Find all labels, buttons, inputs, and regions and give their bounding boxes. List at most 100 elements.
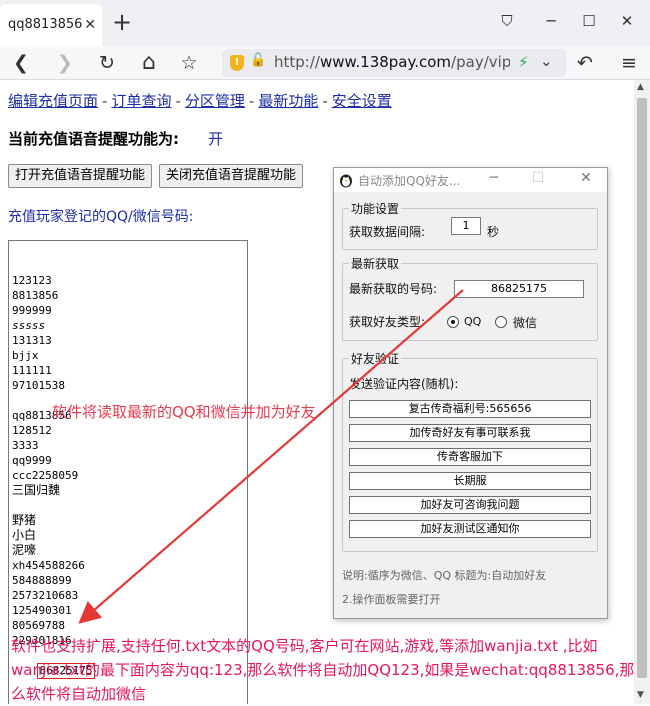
scroll-down-icon[interactable]: ▼ — [637, 690, 644, 700]
lightning-icon[interactable]: ⚡ — [518, 53, 529, 71]
qq-list-entry: 131313 — [12, 334, 52, 347]
new-tab-icon[interactable]: + — [112, 8, 132, 36]
radio-qq[interactable] — [447, 316, 459, 328]
popup-note-2: 2.操作面板需要打开 — [342, 593, 441, 606]
qq-list-label: 充值玩家登记的QQ/微信号码: — [8, 209, 194, 225]
qq-list-entry: 80569788 — [12, 619, 65, 632]
qq-list-entry: 三国归魏 — [12, 483, 61, 497]
maximize-icon[interactable]: ☐ — [576, 10, 602, 32]
interval-input[interactable]: 1 — [451, 217, 481, 235]
qq-list-entry: 小白 — [12, 528, 37, 542]
qq-list-entry: 999999 — [12, 304, 52, 317]
reload-icon[interactable]: ↻ — [94, 50, 120, 76]
open-voice-button[interactable]: 打开充值语音提醒功能 — [8, 164, 153, 188]
popup-maximize-icon[interactable]: ☐ — [528, 170, 548, 186]
settings-group-label: 功能设置 — [349, 200, 402, 217]
close-voice-button[interactable]: 关闭充值语音提醒功能 — [159, 164, 304, 188]
qq-list-entry: 97101538 — [12, 379, 65, 392]
latest-group-label: 最新获取 — [349, 255, 402, 272]
url-prefix: http:// — [274, 53, 320, 71]
qq-list-entry: 8813856 — [12, 289, 59, 302]
qq-list-entry: 123123 — [12, 274, 52, 287]
tab-title: qq8813856 — [8, 17, 83, 32]
qq-list-entry: qq9999 — [12, 454, 52, 467]
popup-note-1: 说明:循序为微信、QQ 标题为:自动加好友 — [342, 569, 547, 582]
qq-list-entry: 泥嚎 — [12, 543, 37, 557]
qq-list-entry: ccc2258059 — [12, 469, 79, 482]
latest-number-label: 最新获取的号码: — [349, 282, 438, 296]
settings-group: 功能设置 获取数据间隔: 1 秒 — [342, 200, 598, 250]
tab-bar: qq8813856 ✕ + ⛉ ─ ☐ ✕ — [0, 0, 650, 46]
voice-status-value: 开 — [208, 130, 224, 148]
nav-link-edit-recharge[interactable]: 编辑充值页面 — [8, 92, 98, 110]
verify-group-label: 好友验证 — [349, 350, 402, 367]
nav-link-security[interactable]: 安全设置 — [332, 92, 392, 110]
url-domain: www.138pay.com — [319, 53, 452, 71]
verify-message-button[interactable]: 加好友测试区通知你 — [349, 520, 591, 538]
radio-wechat-label: 微信 — [513, 316, 538, 330]
qq-list-lines: 123123 8813856 999999 sssss 131313 bjjx 111111… — [12, 273, 244, 648]
chevron-down-icon[interactable]: ⌄ — [540, 52, 553, 70]
qq-list-entry: sssss — [12, 319, 46, 332]
tab-close-icon[interactable]: ✕ — [84, 4, 96, 46]
penguin-app-icon — [340, 174, 352, 188]
insecure-lock-icon[interactable]: 🔓 — [250, 53, 266, 68]
minimize-icon[interactable]: ─ — [538, 10, 564, 32]
page-scrollbar[interactable]: ▲ ▼ — [634, 80, 650, 704]
auto-add-friend-window[interactable]: 自动添加QQ好友... ─ ☐ ✕ 功能设置 获取数据间隔: 1 秒 最新获取 … — [333, 167, 608, 619]
popup-minimize-icon[interactable]: ─ — [484, 170, 504, 186]
latest-number-field[interactable]: 86825175 — [454, 280, 584, 298]
qq-list-entry: 111111 — [12, 364, 52, 377]
back-icon[interactable]: ❮ — [8, 50, 34, 76]
nav-separator: - — [102, 92, 108, 110]
shield-icon[interactable]: ! — [230, 55, 244, 71]
friend-type-label: 获取好友类型: — [349, 315, 426, 329]
url-path: /pay/vip8/r — [451, 53, 510, 71]
scroll-up-icon[interactable]: ▲ — [637, 82, 644, 92]
extension-icon[interactable]: ⛉ — [494, 10, 520, 32]
top-nav: 编辑充值页面 - 订单查询 - 分区管理 - 最新功能 - 安全设置 — [8, 90, 392, 111]
nav-link-latest[interactable]: 最新功能 — [258, 92, 318, 110]
window-close-icon[interactable]: ✕ — [614, 10, 640, 32]
radio-wechat[interactable] — [495, 316, 507, 328]
browser-tab[interactable]: qq8813856 ✕ — [0, 4, 102, 46]
qq-list-entry: bjjx — [12, 349, 39, 362]
latest-group: 最新获取 最新获取的号码: 86825175 获取好友类型: QQ 微信 — [342, 255, 598, 341]
verify-message-button[interactable]: 长期服 — [349, 472, 591, 490]
annotation-bottom: 软件也支持扩展,支持任何.txt文本的QQ号码,客户可在网站,游戏,等添加wan… — [11, 637, 635, 703]
qq-list-entry: 2573210683 — [12, 589, 79, 602]
verify-message-button[interactable]: 加好友可咨询我问题 — [349, 496, 591, 514]
verify-content-label: 发送验证内容(随机): — [349, 377, 459, 391]
browser-toolbar: ❮ ❯ ↻ ⌂ ☆ ! 🔓 http://www.138pay.com/pay/… — [0, 46, 650, 80]
qq-list-entry: 128512 — [12, 424, 52, 437]
scroll-thumb[interactable] — [637, 98, 647, 678]
undo-icon[interactable]: ↶ — [572, 50, 598, 76]
qq-list-entry: 584888899 — [12, 574, 72, 587]
verify-message-button[interactable]: 加传奇好友有事可联系我 — [349, 424, 591, 442]
qq-list-entry: 野猪 — [12, 513, 37, 527]
forward-icon[interactable]: ❯ — [52, 50, 78, 76]
voice-status-label: 当前充值语音提醒功能为: — [8, 130, 179, 148]
nav-separator: - — [175, 92, 181, 110]
bookmark-star-icon[interactable]: ☆ — [176, 50, 202, 76]
qq-list-entry: 125490301 — [12, 604, 72, 617]
qq-list-entry — [12, 498, 244, 513]
qq-list-entry: 3333 — [12, 439, 39, 452]
address-bar[interactable]: ! 🔓 http://www.138pay.com/pay/vip8/r ⚡ ⌄ — [222, 49, 566, 77]
popup-titlebar[interactable]: 自动添加QQ好友... ─ ☐ ✕ — [334, 168, 607, 192]
radio-qq-label: QQ — [464, 315, 482, 328]
verify-message-button[interactable]: 复古传奇福利号:565656 — [349, 400, 591, 418]
interval-label: 获取数据间隔: — [349, 225, 426, 239]
menu-icon[interactable]: ≡ — [616, 50, 642, 76]
popup-title: 自动添加QQ好友... — [358, 174, 461, 188]
annotation-top: 软件将读取最新的QQ和微信并加为好友 — [52, 403, 316, 421]
nav-link-zones[interactable]: 分区管理 — [185, 92, 245, 110]
qq-list-entry: xh454588266 — [12, 559, 85, 572]
nav-separator: - — [248, 92, 255, 110]
nav-link-orders[interactable]: 订单查询 — [111, 92, 171, 110]
popup-close-icon[interactable]: ✕ — [576, 170, 596, 186]
interval-unit: 秒 — [487, 225, 500, 239]
verify-message-button[interactable]: 传奇客服加下 — [349, 448, 591, 466]
home-icon[interactable]: ⌂ — [136, 50, 162, 76]
url-text[interactable]: http://www.138pay.com/pay/vip8/r — [274, 53, 510, 71]
